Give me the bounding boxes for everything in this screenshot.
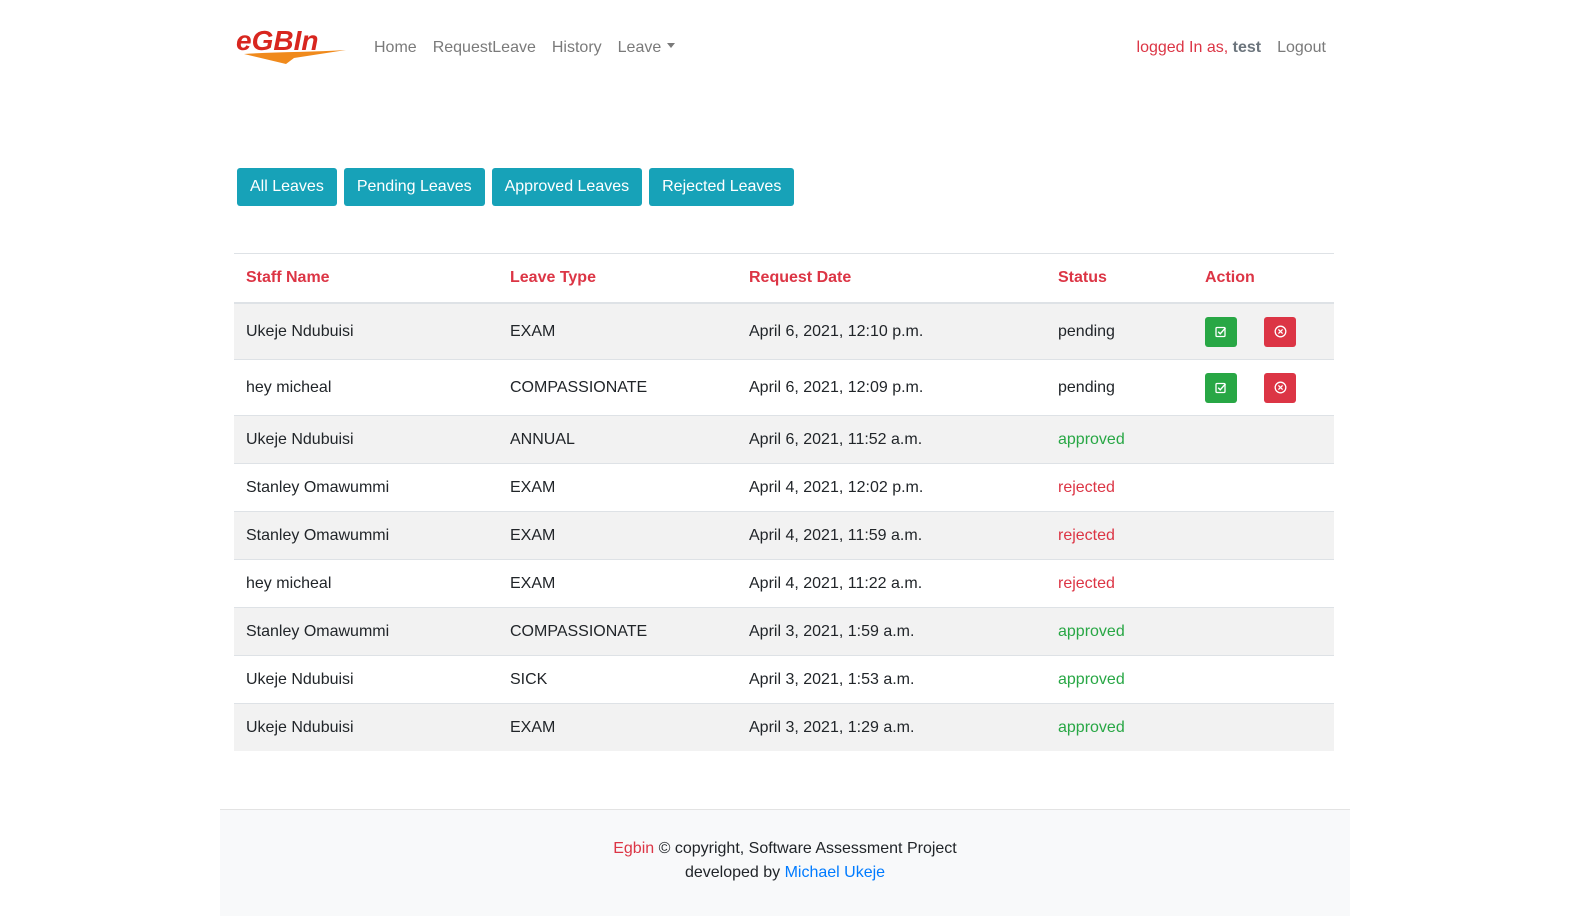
header-request-date: Request Date <box>737 253 1046 304</box>
status: approved <box>1046 607 1193 656</box>
approve-button[interactable] <box>1205 316 1237 347</box>
logout-link[interactable]: Logout <box>1277 39 1326 57</box>
table-row: hey micheal COMPASSIONATE April 6, 2021,… <box>234 359 1334 416</box>
check-square-icon <box>1215 326 1227 337</box>
status: pending <box>1046 302 1193 360</box>
all-leaves-button[interactable]: All Leaves <box>237 168 337 206</box>
staff-name: Ukeje Ndubuisi <box>234 415 498 464</box>
leave-type: COMPASSIONATE <box>498 607 737 656</box>
egbin-logo[interactable]: eGBIn <box>234 24 352 70</box>
action-cell <box>1193 302 1334 360</box>
request-date: April 4, 2021, 11:22 a.m. <box>737 559 1046 608</box>
action-cell <box>1193 511 1334 560</box>
staff-name: Ukeje Ndubuisi <box>234 302 498 360</box>
action-cell <box>1193 359 1334 416</box>
navbar: eGBIn Home RequestLeave History Leave lo… <box>234 24 1334 76</box>
leave-type: EXAM <box>498 703 737 751</box>
leave-type: ANNUAL <box>498 415 737 464</box>
author-link[interactable]: Michael Ukeje <box>785 864 885 881</box>
x-circle-icon <box>1274 325 1286 338</box>
status: rejected <box>1046 559 1193 608</box>
footer-copyright-line: Egbin © copyright, Software Assessment P… <box>220 837 1350 861</box>
request-date: April 4, 2021, 12:02 p.m. <box>737 463 1046 512</box>
staff-name: Stanley Omawummi <box>234 607 498 656</box>
header-action: Action <box>1193 253 1334 304</box>
table-row: Ukeje Ndubuisi EXAM April 6, 2021, 12:10… <box>234 302 1334 360</box>
request-date: April 6, 2021, 12:10 p.m. <box>737 302 1046 360</box>
reject-button[interactable] <box>1264 372 1296 403</box>
staff-name: Stanley Omawummi <box>234 463 498 512</box>
request-date: April 3, 2021, 1:59 a.m. <box>737 607 1046 656</box>
action-cell <box>1193 607 1334 656</box>
logged-in-status: logged In as, test <box>1137 39 1262 57</box>
request-date: April 4, 2021, 11:59 a.m. <box>737 511 1046 560</box>
leave-filters: All Leaves Pending Leaves Approved Leave… <box>237 168 795 206</box>
status: pending <box>1046 359 1193 416</box>
table-header-row: Staff Name Leave Type Request Date Statu… <box>234 253 1334 304</box>
leaves-table: Staff Name Leave Type Request Date Statu… <box>234 253 1334 751</box>
header-staff-name: Staff Name <box>234 253 498 304</box>
request-date: April 6, 2021, 12:09 p.m. <box>737 359 1046 416</box>
request-date: April 3, 2021, 1:29 a.m. <box>737 703 1046 751</box>
nav-request-leave[interactable]: RequestLeave <box>433 39 536 57</box>
chevron-down-icon <box>667 43 676 49</box>
status: rejected <box>1046 511 1193 560</box>
table-row: hey micheal EXAM April 4, 2021, 11:22 a.… <box>234 559 1334 608</box>
rejected-leaves-button[interactable]: Rejected Leaves <box>649 168 795 206</box>
approve-button[interactable] <box>1205 372 1237 403</box>
username: test <box>1232 39 1262 56</box>
status: approved <box>1046 703 1193 751</box>
status: rejected <box>1046 463 1193 512</box>
staff-name: hey micheal <box>234 359 498 416</box>
header-leave-type: Leave Type <box>498 253 737 304</box>
footer: Egbin © copyright, Software Assessment P… <box>220 809 1350 916</box>
header-status: Status <box>1046 253 1193 304</box>
table-row: Stanley Omawummi EXAM April 4, 2021, 12:… <box>234 463 1334 512</box>
table-row: Ukeje Ndubuisi ANNUAL April 6, 2021, 11:… <box>234 415 1334 464</box>
svg-text:eGBIn: eGBIn <box>236 25 318 56</box>
action-cell <box>1193 703 1334 751</box>
leave-type: EXAM <box>498 463 737 512</box>
table-row: Ukeje Ndubuisi SICK April 3, 2021, 1:53 … <box>234 655 1334 704</box>
footer-copyright: © copyright, Software Assessment Project <box>658 840 957 857</box>
nav-history[interactable]: History <box>552 39 602 57</box>
reject-button[interactable] <box>1264 316 1296 347</box>
status: approved <box>1046 415 1193 464</box>
nav-leave-label: Leave <box>617 39 662 56</box>
action-cell <box>1193 655 1334 704</box>
table-row: Stanley Omawummi EXAM April 4, 2021, 11:… <box>234 511 1334 560</box>
footer-brand: Egbin <box>613 840 655 857</box>
leave-type: SICK <box>498 655 737 704</box>
leave-type: EXAM <box>498 511 737 560</box>
footer-developed-by: developed by <box>684 864 781 881</box>
x-circle-icon <box>1274 381 1286 394</box>
nav-home[interactable]: Home <box>374 39 417 57</box>
table-row: Ukeje Ndubuisi EXAM April 3, 2021, 1:29 … <box>234 703 1334 751</box>
request-date: April 3, 2021, 1:53 a.m. <box>737 655 1046 704</box>
request-date: April 6, 2021, 11:52 a.m. <box>737 415 1046 464</box>
approved-leaves-button[interactable]: Approved Leaves <box>491 168 643 206</box>
user-area: logged In as, test Logout <box>1137 39 1326 57</box>
nav-leave-dropdown[interactable]: Leave <box>618 39 676 57</box>
table-row: Stanley Omawummi COMPASSIONATE April 3, … <box>234 607 1334 656</box>
staff-name: Ukeje Ndubuisi <box>234 655 498 704</box>
staff-name: hey micheal <box>234 559 498 608</box>
staff-name: Stanley Omawummi <box>234 511 498 560</box>
action-cell <box>1193 463 1334 512</box>
action-cell <box>1193 415 1334 464</box>
check-square-icon <box>1215 382 1227 393</box>
leaves-table-container: Staff Name Leave Type Request Date Statu… <box>234 253 1334 751</box>
leave-type: COMPASSIONATE <box>498 359 737 416</box>
page: eGBIn Home RequestLeave History Leave lo… <box>0 0 1583 916</box>
leave-type: EXAM <box>498 559 737 608</box>
leave-type: EXAM <box>498 302 737 360</box>
nav-links: Home RequestLeave History Leave <box>374 39 676 57</box>
pending-leaves-button[interactable]: Pending Leaves <box>343 168 485 206</box>
action-cell <box>1193 559 1334 608</box>
status: approved <box>1046 655 1193 704</box>
logged-in-label: logged In as, <box>1136 39 1229 56</box>
staff-name: Ukeje Ndubuisi <box>234 703 498 751</box>
footer-credit-line: developed by Michael Ukeje <box>220 861 1350 885</box>
